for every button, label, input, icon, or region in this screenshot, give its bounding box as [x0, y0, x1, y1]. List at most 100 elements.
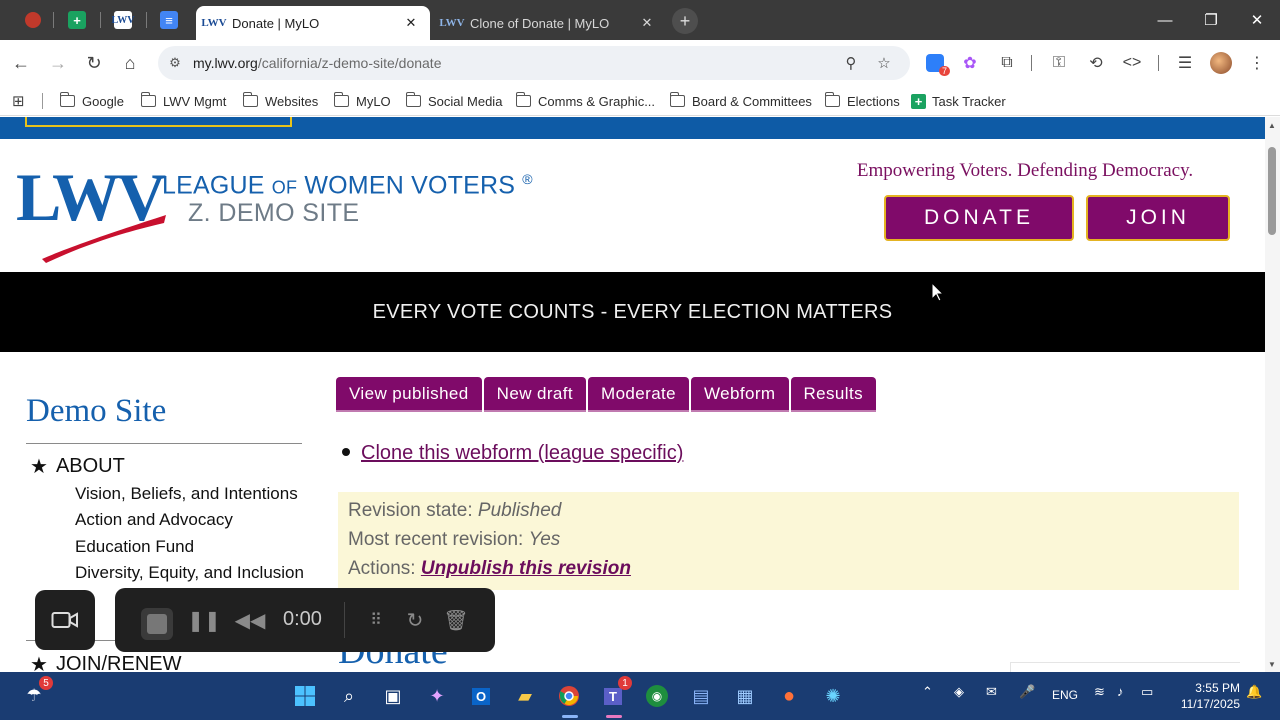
scroll-down-icon[interactable]: ▼ [1268, 660, 1276, 669]
close-window-button[interactable]: ✕ [1242, 8, 1272, 32]
bookmark-social-media[interactable]: Social Media [405, 92, 502, 110]
task-view-icon[interactable]: ▣ [377, 680, 409, 712]
address-bar[interactable]: ⚙ my.lwv.org/california/z-demo-site/dona… [158, 46, 910, 80]
chrome-icon[interactable] [553, 680, 585, 712]
tab-results[interactable]: Results [790, 377, 876, 412]
teams-tray-icon[interactable]: ◈ [954, 684, 964, 700]
sidebar-section-join[interactable]: ★ JOIN/RENEW [30, 652, 182, 672]
notifications-icon[interactable]: 🔔 [1246, 684, 1262, 700]
copilot-icon[interactable]: ✿ [958, 51, 982, 75]
tab-separator [146, 12, 147, 28]
extension-icon[interactable]: 7 [923, 51, 950, 76]
tab-new-draft[interactable]: New draft [483, 377, 587, 412]
clock-date: 11/17/2025 [1180, 697, 1240, 711]
revision-info-box: Revision state: Published Most recent re… [338, 492, 1239, 590]
bookmark-task-tracker[interactable]: + Task Tracker [911, 92, 1006, 110]
minimize-button[interactable]: — [1150, 8, 1180, 32]
unpublish-revision-link[interactable]: Unpublish this revision [421, 558, 631, 579]
bookmark-comms-graphics[interactable]: Comms & Graphic... [515, 92, 655, 110]
sidebar-title[interactable]: Demo Site [26, 393, 166, 430]
site-info-icon[interactable]: ⚙ [166, 54, 184, 72]
pause-icon[interactable]: ❚❚ [187, 606, 221, 634]
home-button[interactable]: ⌂ [117, 51, 143, 75]
teams-icon[interactable]: T 1 [597, 676, 632, 712]
bookmark-google[interactable]: Google [59, 92, 124, 110]
tab-clone-of-donate[interactable]: LWV Clone of Donate | MyLO ✕ [434, 6, 666, 40]
rewind-icon[interactable]: ◀◀ [235, 606, 266, 634]
actions-label: Actions: [348, 558, 416, 579]
grid-dots-icon[interactable]: ⠿ [363, 606, 389, 634]
url-host: my.lwv.org [193, 55, 258, 71]
zoom-icon[interactable]: ⚲ [841, 53, 861, 73]
wifi-icon[interactable]: ≋ [1094, 684, 1105, 700]
recent-value: Yes [528, 529, 561, 550]
firefox-icon[interactable]: ● [773, 680, 805, 712]
outlook-icon[interactable]: O [465, 680, 497, 712]
settings-app-icon[interactable]: ✺ [817, 680, 849, 712]
battery-icon[interactable]: ▭ [1141, 684, 1153, 700]
bookmark-elections[interactable]: Elections [824, 92, 900, 110]
trash-icon[interactable]: 🗑 [443, 606, 469, 634]
scrollbar-thumb[interactable] [1268, 147, 1276, 235]
sidebar-link-dei[interactable]: Diversity, Equity, and Inclusion [75, 563, 304, 583]
input-language[interactable]: ENG [1052, 688, 1078, 702]
profile-avatar[interactable] [1209, 51, 1233, 75]
search-icon[interactable]: ⌕ [333, 680, 365, 712]
outlook-tray-icon[interactable]: ✉ [986, 684, 997, 700]
pinned-tab-1[interactable] [16, 6, 50, 34]
volume-icon[interactable]: ♪ [1117, 684, 1124, 699]
stop-record-button[interactable] [141, 608, 173, 640]
pinned-tab-2[interactable]: + [60, 6, 94, 34]
close-icon[interactable]: ✕ [402, 15, 420, 31]
tab-moderate[interactable]: Moderate [588, 377, 690, 412]
camera-toggle-button[interactable] [35, 590, 95, 650]
apps-grid-icon[interactable]: ⊞ [12, 92, 25, 110]
url-text[interactable]: my.lwv.org/california/z-demo-site/donate [193, 55, 441, 71]
bookmark-websites[interactable]: Websites [242, 92, 318, 110]
menu-kebab-icon[interactable]: ⋮ [1245, 51, 1269, 75]
back-button[interactable]: ← [8, 51, 34, 75]
history-icon[interactable]: ⟲ [1084, 51, 1108, 75]
join-button[interactable]: JOIN [1086, 195, 1230, 241]
scroll-up-icon[interactable]: ▲ [1268, 121, 1276, 130]
sidebar-link-action-advocacy[interactable]: Action and Advocacy [75, 510, 233, 530]
tab-webform[interactable]: Webform [691, 377, 789, 412]
notepad-icon[interactable]: ▤ [685, 680, 717, 712]
bookmark-mylo[interactable]: MyLO [333, 92, 391, 110]
tab-view-published[interactable]: View published [336, 377, 482, 412]
extensions-puzzle-icon[interactable]: ⧉ [995, 51, 1019, 75]
pinned-tab-4[interactable]: ≡ [152, 6, 186, 34]
pinned-tab-3[interactable]: LWV [106, 6, 140, 34]
sidebar-section-about[interactable]: ★ ABOUT [30, 454, 125, 479]
weather-widget-icon[interactable]: ☂ 5 [18, 676, 53, 712]
password-key-icon[interactable]: ⚿ [1047, 51, 1071, 75]
media-playlist-icon[interactable]: ☰ [1173, 51, 1197, 75]
reload-button[interactable]: ↻ [81, 51, 107, 75]
copilot-app-icon[interactable]: ✦ [421, 680, 453, 712]
restart-icon[interactable]: ↻ [402, 606, 428, 634]
devtools-code-icon[interactable]: <> [1120, 51, 1144, 75]
start-button[interactable] [289, 680, 321, 712]
sidebar-link-education-fund[interactable]: Education Fund [75, 537, 194, 557]
close-icon[interactable]: ✕ [638, 15, 656, 31]
clone-webform-link[interactable]: Clone this webform (league specific) [361, 442, 683, 465]
forward-button[interactable]: → [45, 51, 71, 75]
restore-button[interactable]: ❐ [1196, 8, 1226, 32]
screen-recorder-app-icon[interactable]: ◉ [641, 680, 673, 712]
system-clock[interactable]: 3:55 PM 11/17/2025 [1172, 680, 1240, 712]
sidebar-link-vision[interactable]: Vision, Beliefs, and Intentions [75, 484, 298, 504]
bookmark-lwv-mgmt[interactable]: LWV Mgmt [140, 92, 226, 110]
bookmark-star-icon[interactable]: ☆ [874, 53, 894, 73]
bookmark-separator [42, 93, 43, 109]
lwv-logo[interactable]: LWV [14, 163, 166, 263]
donate-button[interactable]: DONATE [884, 195, 1074, 241]
bookmark-board-committees[interactable]: Board & Committees [669, 92, 812, 110]
show-hidden-icons[interactable]: ⌃ [922, 684, 933, 700]
microphone-icon[interactable]: 🎤 [1019, 684, 1035, 700]
new-tab-button[interactable]: + [672, 8, 698, 34]
calendar-app-icon[interactable]: ▦ [729, 680, 761, 712]
file-explorer-icon[interactable]: ▰ [509, 680, 541, 712]
tab-donate[interactable]: LWV Donate | MyLO ✕ [196, 6, 430, 40]
slogan-banner: EVERY VOTE COUNTS - EVERY ELECTION MATTE… [0, 272, 1265, 352]
page-scrollbar[interactable]: ▲ ▼ [1265, 117, 1280, 672]
